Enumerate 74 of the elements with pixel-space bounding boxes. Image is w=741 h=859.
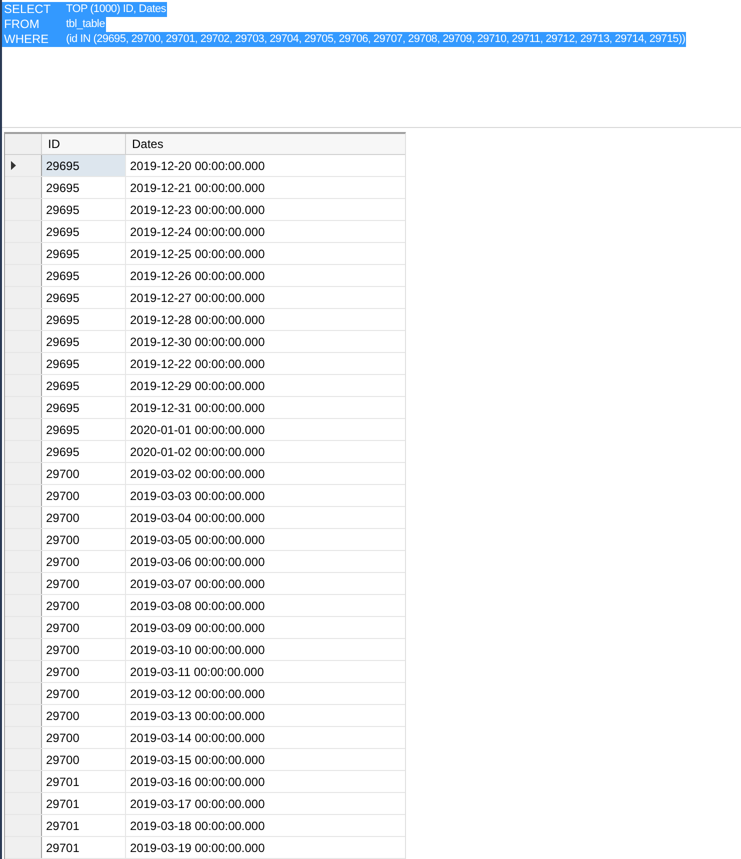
table-cell-text: 2019-12-23 00:00:00.000 xyxy=(129,202,266,219)
table-cell: 29695 xyxy=(42,419,126,440)
sql-keyword: WHERE xyxy=(2,32,66,47)
table-cell-text: 2019-12-28 00:00:00.000 xyxy=(129,312,266,329)
table-cell: 29695 xyxy=(42,199,126,220)
table-cell: 29700 xyxy=(42,551,126,572)
table-cell: 29695 xyxy=(42,441,126,462)
table-cell: 29700 xyxy=(42,485,126,506)
table-cell-text: 2019-03-12 00:00:00.000 xyxy=(129,686,266,703)
table-cell: 29700 xyxy=(42,529,126,550)
table-cell-text: 2019-03-06 00:00:00.000 xyxy=(129,554,266,571)
table-cell-text: 2019-12-27 00:00:00.000 xyxy=(129,290,266,307)
table-cell-text: 2019-12-31 00:00:00.000 xyxy=(129,400,266,417)
table-cell-text: 2019-03-03 00:00:00.000 xyxy=(129,488,266,505)
table-cell: 29695 xyxy=(42,177,126,198)
table-cell-text: 2019-12-26 00:00:00.000 xyxy=(129,268,266,285)
sql-clause: tbl_table xyxy=(66,17,106,32)
table-cell-text: 2019-03-11 00:00:00.000 xyxy=(129,664,265,681)
table-cell: 29701 xyxy=(42,815,126,836)
table-cell: 29695 xyxy=(42,221,126,242)
table-cell-text: 2019-12-30 00:00:00.000 xyxy=(129,334,266,351)
table-cell: 29700 xyxy=(42,595,126,616)
table-cell-text: 2019-12-24 00:00:00.000 xyxy=(129,224,266,241)
table-cell-text: 2019-03-07 00:00:00.000 xyxy=(129,576,266,593)
table-cell: 29700 xyxy=(42,661,126,682)
table-cell-text: 2019-12-21 00:00:00.000 xyxy=(129,180,266,197)
sql-keyword: FROM xyxy=(2,17,66,32)
table-cell: 29695 xyxy=(42,331,126,352)
table-cell: 29695 xyxy=(42,155,126,176)
table-cell: 29700 xyxy=(42,727,126,748)
table-cell-text: 2019-03-10 00:00:00.000 xyxy=(129,642,266,659)
table-cell-text: 2019-03-13 00:00:00.000 xyxy=(129,708,266,725)
table-cell: 29701 xyxy=(42,837,126,858)
table-cell-text: 2019-03-05 00:00:00.000 xyxy=(129,532,266,549)
table-cell: 29701 xyxy=(42,793,126,814)
table-cell: 29695 xyxy=(42,287,126,308)
sql-clause: TOP (1000) ID, Dates xyxy=(66,2,167,17)
table-cell-text: 2019-03-09 00:00:00.000 xyxy=(129,620,266,637)
table-cell: 29700 xyxy=(42,507,126,528)
table-cell: 29700 xyxy=(42,617,126,638)
table-cell-text: 2019-12-29 00:00:00.000 xyxy=(129,378,266,395)
table-cell-text: 2019-03-18 00:00:00.000 xyxy=(129,818,266,835)
table-cell-text: 2019-03-19 00:00:00.000 xyxy=(129,840,266,857)
table-cell: 29700 xyxy=(42,683,126,704)
current-row-icon xyxy=(11,161,16,170)
table-cell-text: 2019-03-14 00:00:00.000 xyxy=(129,730,266,747)
column-header[interactable]: ID xyxy=(42,134,126,154)
sql-clause: (id IN (29695, 29700, 29701, 29702, 29703, 29704, 29705, 29706, 29707, 29708, 29709, 29710, 29711, 29712, 29713, 29714, 29715)) xyxy=(66,32,686,47)
table-cell-text: 2019-03-08 00:00:00.000 xyxy=(129,598,266,615)
table-cell-text: 2019-03-17 00:00:00.000 xyxy=(129,796,266,813)
table-cell-text: 2020-01-02 00:00:00.000 xyxy=(129,444,266,461)
row-header[interactable] xyxy=(5,155,42,176)
table-cell: 29695 xyxy=(42,265,126,286)
table-cell-text: 2019-03-15 00:00:00.000 xyxy=(129,752,266,769)
table-cell: 29700 xyxy=(42,705,126,726)
table-cell-text: 2019-12-22 00:00:00.000 xyxy=(129,356,266,373)
table-cell-text: 2019-03-16 00:00:00.000 xyxy=(129,774,266,791)
table-cell-text: 2019-12-20 00:00:00.000 xyxy=(129,158,266,175)
table-cell: 29700 xyxy=(42,749,126,770)
table-cell-text: 2020-01-01 00:00:00.000 xyxy=(129,422,266,439)
table-cell: 29700 xyxy=(42,639,126,660)
table-cell: 29700 xyxy=(42,463,126,484)
table-cell: 29695 xyxy=(42,375,126,396)
table-cell: 29695 xyxy=(42,397,126,418)
table-cell-text: 2019-12-25 00:00:00.000 xyxy=(129,246,266,263)
table-cell-text: 2019-03-02 00:00:00.000 xyxy=(129,466,266,483)
table-cell: 29695 xyxy=(42,309,126,330)
table-cell: 29695 xyxy=(42,243,126,264)
sql-keyword: SELECT xyxy=(2,2,66,17)
table-cell-text: 2019-03-04 00:00:00.000 xyxy=(129,510,266,527)
table-cell: 29695 xyxy=(42,353,126,374)
table-cell: 29700 xyxy=(42,573,126,594)
table-cell: 29701 xyxy=(42,771,126,792)
column-header[interactable]: Dates xyxy=(126,134,405,154)
